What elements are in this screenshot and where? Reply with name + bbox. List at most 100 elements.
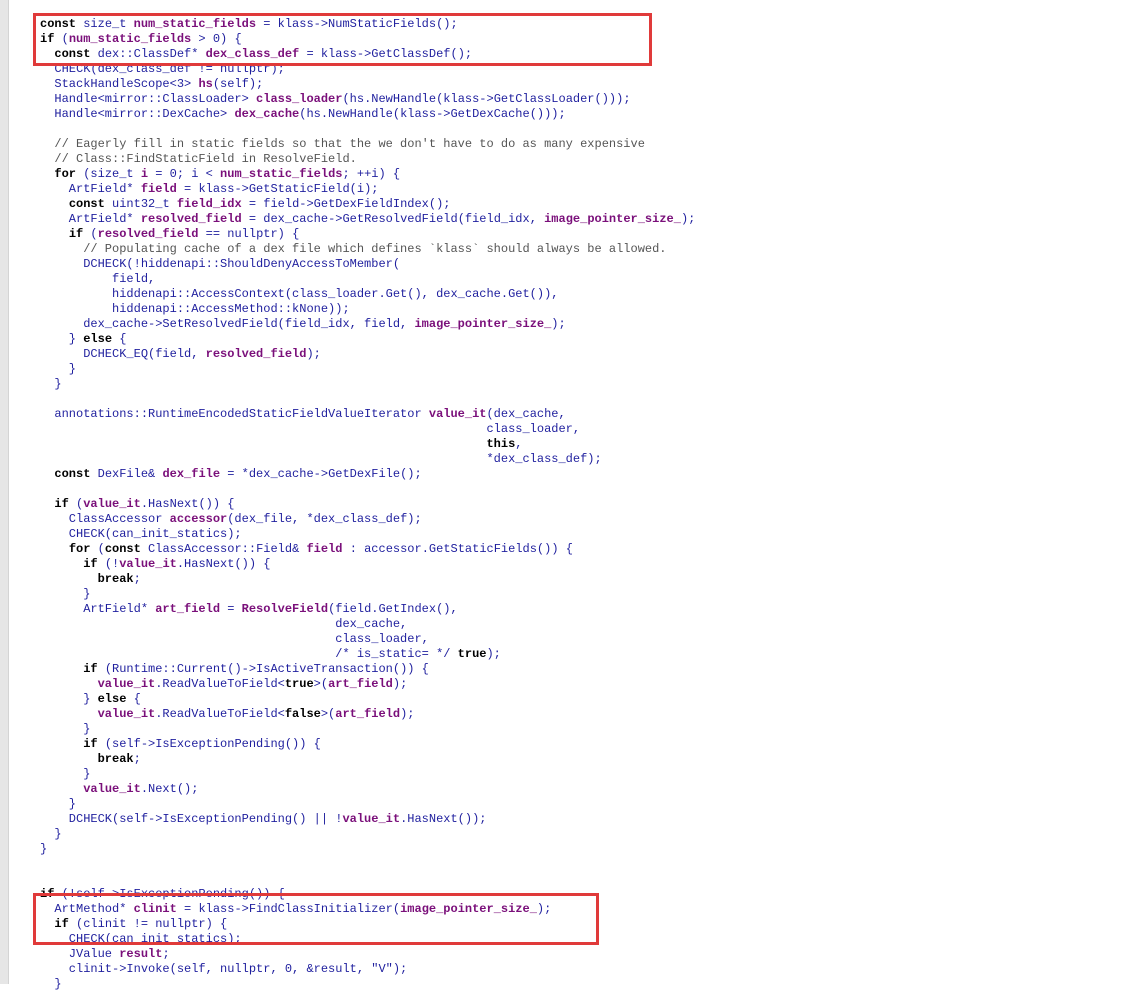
highlight-box-class-initializer bbox=[33, 893, 599, 945]
code-identifier: value_it bbox=[97, 707, 156, 721]
code-identifier: result bbox=[119, 947, 163, 961]
code-comment: // Populating cache of a dex file which … bbox=[40, 242, 667, 256]
code-text: ClassAccessor::Field& bbox=[140, 542, 307, 556]
code-identifier: resolved_field bbox=[205, 347, 307, 361]
code-identifier: value_it bbox=[428, 407, 487, 421]
code-text: .HasNext()) { bbox=[176, 557, 271, 571]
code-comment: // Class::FindStaticField in ResolveFiel… bbox=[40, 152, 357, 166]
code-keyword: this bbox=[486, 437, 516, 451]
code-line: Handle<mirror::DexCache> dex_cache(hs.Ne… bbox=[40, 107, 695, 122]
code-identifier: class_loader bbox=[256, 92, 343, 106]
code-line: // Populating cache of a dex file which … bbox=[40, 242, 695, 257]
code-keyword: for bbox=[68, 542, 91, 556]
code-line: const DexFile& dex_file = *dex_cache->Ge… bbox=[40, 467, 695, 482]
code-line: DCHECK_EQ(field, resolved_field); bbox=[40, 347, 695, 362]
code-keyword: if bbox=[83, 737, 98, 751]
code-line: Handle<mirror::ClassLoader> class_loader… bbox=[40, 92, 695, 107]
code-text: = field->GetDexFieldIndex(); bbox=[241, 197, 451, 211]
code-text: (hs.NewHandle(klass->GetClassLoader())); bbox=[342, 92, 631, 106]
code-text: (! bbox=[97, 557, 120, 571]
code-text: >( bbox=[320, 707, 336, 721]
code-keyword: true bbox=[457, 647, 487, 661]
code-text: class_loader, bbox=[40, 632, 429, 646]
code-text: DCHECK(!hiddenapi::ShouldDenyAccessToMem… bbox=[40, 257, 401, 271]
code-text: ; ++i) { bbox=[342, 167, 401, 181]
code-line: annotations::RuntimeEncodedStaticFieldVa… bbox=[40, 407, 695, 422]
code-identifier: ResolveField bbox=[241, 602, 329, 616]
code-line: for (const ClassAccessor::Field& field :… bbox=[40, 542, 695, 557]
code-text: ); bbox=[486, 647, 501, 661]
code-line: DCHECK(!hiddenapi::ShouldDenyAccessToMem… bbox=[40, 257, 695, 272]
code-text: dex_cache->SetResolvedField(field_idx, f… bbox=[40, 317, 415, 331]
code-text: } bbox=[40, 977, 62, 991]
code-identifier: value_it bbox=[342, 812, 401, 826]
code-view[interactable]: const size_t num_static_fields = klass->… bbox=[40, 17, 695, 992]
editor-gutter bbox=[0, 0, 9, 984]
code-identifier: art_field bbox=[155, 602, 221, 616]
code-text: (size_t bbox=[76, 167, 141, 181]
code-text: class_loader, bbox=[40, 422, 581, 436]
code-line: /* is_static= */ true); bbox=[40, 647, 695, 662]
code-line: break; bbox=[40, 752, 695, 767]
code-keyword: for bbox=[54, 167, 77, 181]
code-identifier: image_pointer_size_ bbox=[544, 212, 681, 226]
code-line: } bbox=[40, 767, 695, 782]
code-text: (Runtime::Current()->IsActiveTransaction… bbox=[97, 662, 429, 676]
code-text: field, bbox=[40, 272, 156, 286]
code-identifier: value_it bbox=[83, 782, 141, 796]
code-text: (dex_cache, bbox=[486, 407, 566, 421]
code-text: } bbox=[40, 842, 48, 856]
code-text: ( bbox=[90, 542, 105, 556]
code-text: , bbox=[515, 437, 523, 451]
code-text: { bbox=[126, 692, 141, 706]
code-text: uint32_t bbox=[104, 197, 177, 211]
code-line: // Class::FindStaticField in ResolveFiel… bbox=[40, 152, 695, 167]
code-text: ClassAccessor bbox=[40, 512, 170, 526]
code-text: = 0; i < bbox=[148, 167, 221, 181]
code-line: } bbox=[40, 722, 695, 737]
code-line: DCHECK(self->IsExceptionPending() || !va… bbox=[40, 812, 695, 827]
code-text: clinit->Invoke(self, nullptr, 0, &result… bbox=[40, 962, 408, 976]
code-text: CHECK(can_init_statics); bbox=[40, 527, 242, 541]
code-line: dex_cache, bbox=[40, 617, 695, 632]
code-keyword: if bbox=[83, 557, 98, 571]
code-keyword: if bbox=[83, 662, 98, 676]
code-line: *dex_class_def); bbox=[40, 452, 695, 467]
code-line: } else { bbox=[40, 332, 695, 347]
code-text: DexFile& bbox=[90, 467, 163, 481]
code-text: ); bbox=[400, 707, 415, 721]
code-text: ( bbox=[68, 497, 84, 511]
code-line: } bbox=[40, 587, 695, 602]
code-identifier: value_it bbox=[83, 497, 141, 511]
code-text: ArtField* bbox=[40, 182, 141, 196]
code-line: hiddenapi::AccessMethod::kNone)); bbox=[40, 302, 695, 317]
code-text: .ReadValueToField< bbox=[155, 707, 285, 721]
code-keyword: else bbox=[97, 692, 127, 706]
code-text: } bbox=[40, 692, 98, 706]
code-line: if (value_it.HasNext()) { bbox=[40, 497, 695, 512]
code-text: } bbox=[40, 797, 77, 811]
code-identifier: field bbox=[140, 182, 177, 196]
code-text: ; bbox=[162, 947, 170, 961]
code-line: class_loader, bbox=[40, 422, 695, 437]
code-comment: // Eagerly fill in static fields so that… bbox=[40, 137, 645, 151]
code-text: JValue bbox=[40, 947, 120, 961]
code-text: { bbox=[112, 332, 127, 346]
code-text: .Next(); bbox=[140, 782, 199, 796]
code-line: clinit->Invoke(self, nullptr, 0, &result… bbox=[40, 962, 695, 977]
code-text: ); bbox=[551, 317, 566, 331]
code-text: .ReadValueToField< bbox=[155, 677, 285, 691]
code-identifier: field bbox=[306, 542, 343, 556]
code-text: (dex_file, *dex_class_def); bbox=[227, 512, 422, 526]
